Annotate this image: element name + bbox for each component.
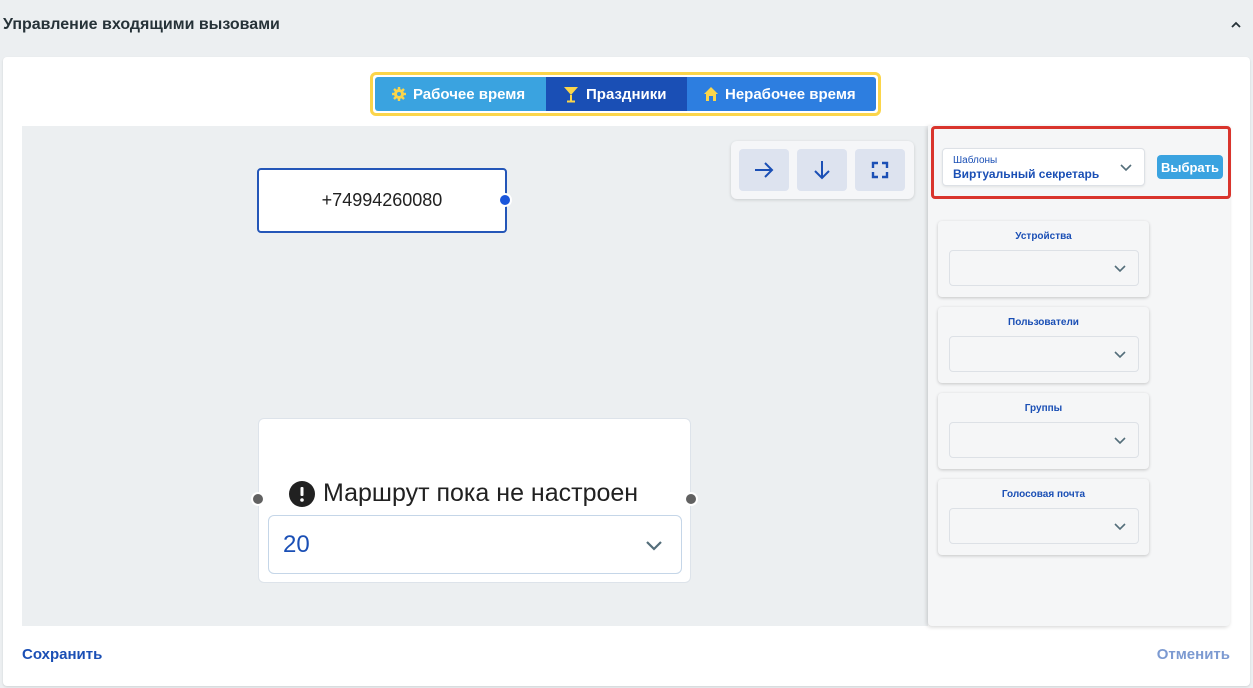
groups-select[interactable] bbox=[949, 422, 1139, 458]
chevron-down-icon bbox=[1114, 523, 1126, 531]
group-title: Группы bbox=[1024, 403, 1063, 414]
save-button[interactable]: Сохранить bbox=[22, 646, 102, 663]
route-output-handle[interactable] bbox=[684, 492, 698, 506]
template-label: Шаблоны bbox=[953, 155, 998, 166]
gear-icon bbox=[392, 87, 406, 101]
template-select[interactable]: Шаблоны Виртуальный секретарь bbox=[942, 148, 1145, 186]
group-title: Голосовая почта bbox=[1001, 489, 1086, 500]
fullscreen-icon bbox=[871, 161, 889, 179]
arrow-down-icon bbox=[814, 161, 830, 180]
node-output-handle[interactable] bbox=[498, 193, 512, 207]
layout-toolbar bbox=[731, 141, 914, 199]
tab-work-time[interactable]: Рабочее время bbox=[375, 77, 546, 111]
chevron-down-icon bbox=[1114, 265, 1126, 273]
chevron-down-icon bbox=[1114, 351, 1126, 359]
page-title: Управление входящими вызовами bbox=[3, 16, 280, 33]
route-timeout-select[interactable]: 20 bbox=[268, 515, 682, 574]
layout-horizontal-button[interactable] bbox=[739, 149, 789, 191]
layout-vertical-button[interactable] bbox=[797, 149, 847, 191]
exclamation-icon bbox=[289, 480, 315, 507]
template-panel: Шаблоны Виртуальный секретарь Выбрать bbox=[931, 126, 1231, 199]
users-select[interactable] bbox=[949, 336, 1139, 372]
tab-label: Рабочее время bbox=[413, 85, 526, 103]
tab-label: Нерабочее время bbox=[725, 85, 856, 103]
devices-select[interactable] bbox=[949, 250, 1139, 286]
group-title: Пользователи bbox=[1008, 317, 1079, 328]
route-status: Маршрут пока не настроен bbox=[289, 479, 638, 508]
devices-group: Устройства bbox=[938, 221, 1149, 297]
phone-number-node[interactable]: +74994260080 bbox=[257, 168, 507, 233]
section-header[interactable]: Управление входящими вызовами bbox=[0, 0, 1253, 54]
template-value: Виртуальный секретарь bbox=[953, 167, 1100, 181]
phone-number: +74994260080 bbox=[321, 190, 443, 210]
main-card: Рабочее время Праздники Нерабочее время … bbox=[3, 57, 1250, 686]
schedule-tabs: Рабочее время Праздники Нерабочее время bbox=[370, 72, 881, 116]
tab-holidays[interactable]: Праздники bbox=[546, 77, 687, 111]
groups-group: Группы bbox=[938, 393, 1149, 469]
chevron-up-icon[interactable] bbox=[1229, 18, 1243, 32]
arrow-right-icon bbox=[755, 162, 774, 178]
tab-off-time[interactable]: Нерабочее время bbox=[687, 77, 876, 111]
choose-template-button[interactable]: Выбрать bbox=[1157, 155, 1223, 179]
flow-canvas[interactable]: +74994260080 Маршрут пока не настроен 20 bbox=[22, 126, 928, 626]
tab-label: Праздники bbox=[586, 85, 667, 103]
voicemail-select[interactable] bbox=[949, 508, 1139, 544]
route-title: Маршрут пока не настроен bbox=[323, 479, 639, 507]
group-title: Устройства bbox=[1015, 231, 1072, 242]
chevron-down-icon bbox=[646, 541, 662, 551]
users-group: Пользователи bbox=[938, 307, 1149, 383]
voicemail-group: Голосовая почта bbox=[938, 479, 1149, 555]
fit-view-button[interactable] bbox=[855, 149, 905, 191]
route-node[interactable]: Маршрут пока не настроен 20 bbox=[258, 418, 691, 583]
node-sidebar: Шаблоны Виртуальный секретарь Выбрать Ус… bbox=[928, 126, 1231, 626]
cocktail-icon bbox=[564, 87, 578, 103]
route-select-value: 20 bbox=[283, 531, 310, 558]
chevron-down-icon bbox=[1114, 437, 1126, 445]
home-icon bbox=[704, 87, 718, 101]
cancel-button[interactable]: Отменить bbox=[1157, 646, 1230, 663]
chevron-down-icon bbox=[1120, 164, 1132, 172]
route-input-handle[interactable] bbox=[251, 492, 265, 506]
